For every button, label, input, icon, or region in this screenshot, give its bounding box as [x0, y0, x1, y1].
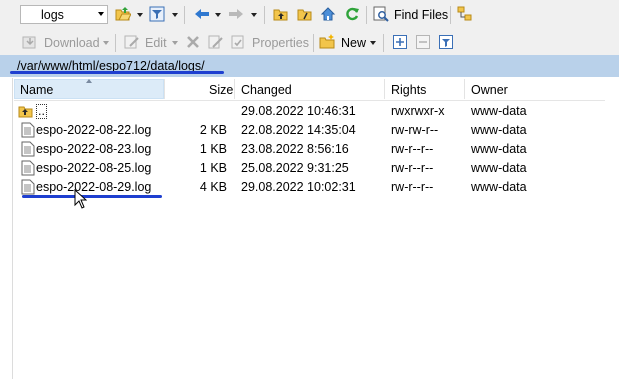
column-divider[interactable]: [384, 79, 385, 99]
column-header-changed[interactable]: Changed: [241, 83, 292, 97]
file-name: espo-2022-08-25.log: [36, 161, 152, 175]
toolbar-separator: [264, 6, 265, 24]
properties-icon: [231, 34, 247, 53]
chevron-down-icon[interactable]: [172, 41, 178, 45]
chevron-down-icon[interactable]: [251, 13, 257, 17]
file-annotation-underline: [22, 195, 162, 198]
file-rights: rw-r--r--: [391, 161, 434, 175]
mouse-cursor-icon: [74, 188, 88, 212]
rename-icon[interactable]: [208, 34, 224, 53]
column-divider[interactable]: [464, 79, 465, 99]
file-changed: 29.08.2022 10:46:31: [241, 104, 356, 118]
file-owner: www-data: [471, 142, 527, 156]
sort-ascending-icon: [86, 79, 92, 83]
toolbar-separator: [383, 34, 384, 52]
file-row[interactable]: espo-2022-08-25.log 1 KB 25.08.2022 9:31…: [14, 159, 605, 178]
properties-button[interactable]: Properties: [252, 36, 309, 50]
file-name: ..: [36, 104, 47, 119]
back-arrow-icon[interactable]: [194, 6, 210, 25]
parent-directory-icon[interactable]: [273, 6, 289, 25]
parent-directory-row[interactable]: .. 29.08.2022 10:46:31 rwxrwxr-x www-dat…: [14, 102, 605, 121]
chevron-down-icon[interactable]: [370, 41, 376, 45]
column-divider[interactable]: [234, 79, 235, 99]
file-size: 1 KB: [199, 161, 227, 175]
find-files-label[interactable]: Find Files: [394, 8, 448, 22]
file-changed: 25.08.2022 9:31:25: [241, 161, 349, 175]
new-button[interactable]: New: [341, 36, 366, 50]
chevron-down-icon[interactable]: [103, 41, 109, 45]
edit-button[interactable]: Edit: [145, 36, 167, 50]
download-icon: [22, 34, 38, 53]
home-icon[interactable]: [320, 6, 336, 25]
folder-combo-value: logs: [41, 8, 64, 22]
delete-icon[interactable]: [185, 34, 201, 53]
file-owner: www-data: [471, 104, 527, 118]
path-annotation-underline: [10, 71, 224, 74]
file-size: 2 KB: [199, 123, 227, 137]
toolbar-separator: [366, 6, 367, 24]
file-name: espo-2022-08-22.log: [36, 123, 152, 137]
toolbar-separator: [115, 34, 116, 52]
file-changed: 22.08.2022 14:35:04: [241, 123, 356, 137]
find-files-icon: [373, 6, 389, 22]
file-name: espo-2022-08-29.log: [36, 180, 152, 194]
file-rights: rw-rw-r--: [391, 123, 439, 137]
file-changed: 23.08.2022 8:56:16: [241, 142, 349, 156]
column-header-size[interactable]: Size: [209, 83, 233, 97]
file-list-border: [12, 78, 13, 379]
toolbar-separator: [450, 6, 451, 24]
toolbar-separator: [184, 6, 185, 24]
column-divider[interactable]: [164, 79, 165, 99]
log-file-icon: [20, 160, 36, 179]
find-files-button[interactable]: [373, 6, 389, 25]
folder-combo[interactable]: logs: [20, 5, 108, 24]
column-header-rights[interactable]: Rights: [391, 83, 426, 97]
log-file-icon: [20, 141, 36, 160]
file-changed: 29.08.2022 10:02:31: [241, 180, 356, 194]
toolbar-separator: [313, 34, 314, 52]
file-rights: rwxrwxr-x: [391, 104, 445, 118]
file-owner: www-data: [471, 180, 527, 194]
filter-toggle-icon[interactable]: [438, 34, 454, 53]
column-header-name[interactable]: Name: [20, 83, 53, 97]
edit-icon: [124, 34, 140, 53]
log-file-icon: [20, 122, 36, 141]
new-folder-icon: [319, 34, 335, 53]
parent-folder-icon: [18, 103, 34, 122]
file-rights: rw-r--r--: [391, 180, 434, 194]
forward-arrow-icon[interactable]: [228, 6, 244, 25]
download-button[interactable]: Download: [44, 36, 100, 50]
file-row[interactable]: espo-2022-08-23.log 1 KB 23.08.2022 8:56…: [14, 140, 605, 159]
column-header-owner[interactable]: Owner: [471, 83, 508, 97]
file-owner: www-data: [471, 161, 527, 175]
collapse-icon[interactable]: [415, 34, 431, 53]
expand-icon[interactable]: [392, 34, 408, 53]
root-directory-icon[interactable]: [297, 6, 313, 25]
file-size: 4 KB: [199, 180, 227, 194]
refresh-icon[interactable]: [344, 6, 360, 25]
filter-icon[interactable]: [149, 6, 165, 25]
file-row[interactable]: espo-2022-08-22.log 2 KB 22.08.2022 14:3…: [14, 121, 605, 140]
chevron-down-icon[interactable]: [215, 13, 221, 17]
chevron-down-icon: [98, 12, 104, 16]
file-size: 1 KB: [199, 142, 227, 156]
file-owner: www-data: [471, 123, 527, 137]
file-name: espo-2022-08-23.log: [36, 142, 152, 156]
tree-view-icon[interactable]: [457, 6, 473, 25]
file-rights: rw-r--r--: [391, 142, 434, 156]
open-folder-icon[interactable]: [115, 6, 132, 25]
chevron-down-icon[interactable]: [137, 13, 143, 17]
chevron-down-icon[interactable]: [172, 13, 178, 17]
